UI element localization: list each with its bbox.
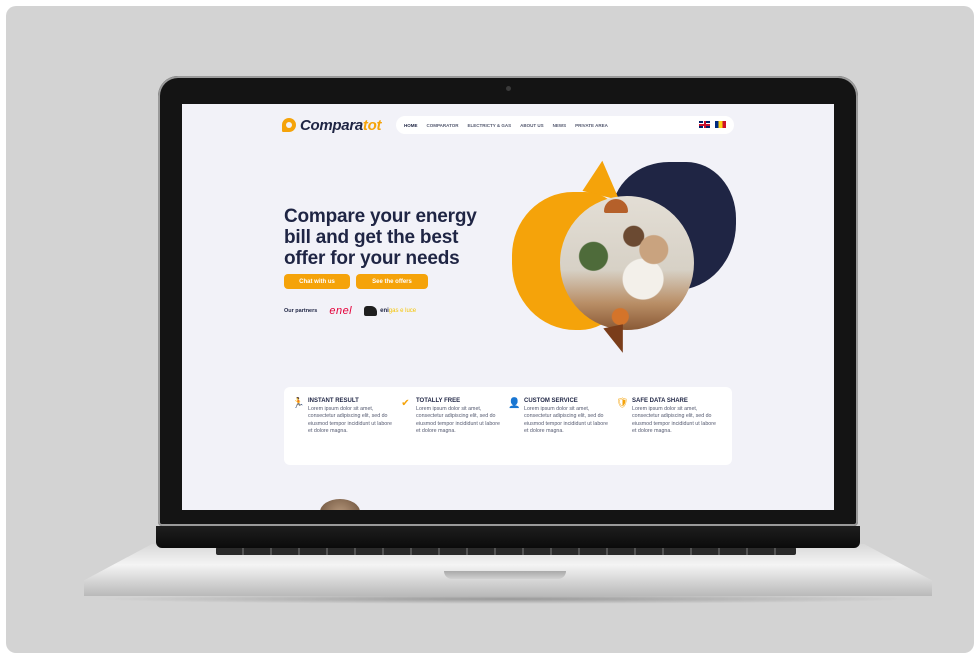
eni-dog-icon (364, 306, 378, 316)
shield-icon: 🛡 (616, 398, 629, 409)
keyboard-row (216, 547, 796, 555)
site-header: Comparatot HOME COMPARATOR ELECTRICTY & … (282, 114, 734, 136)
trackpad-notch (444, 571, 566, 579)
language-switcher (699, 121, 726, 128)
feature-safe-data-share: 🛡 SAFE DATA SHARE Lorem ipsum dolor sit … (616, 398, 724, 454)
nav-item-private-area[interactable]: PRIVATE AREA (575, 123, 608, 128)
main-nav: HOME COMPARATOR ELECTRICTY & GAS ABOUT U… (396, 116, 734, 134)
laptop-screen: Comparatot HOME COMPARATOR ELECTRICTY & … (182, 104, 834, 510)
eni-logo-suffix: gas e luce (388, 308, 417, 314)
laptop-hinge (156, 526, 860, 548)
logo-text-main: Compara (300, 116, 363, 134)
feature-title: CUSTOM SERVICE (524, 398, 578, 404)
next-section-image-peek (320, 499, 360, 510)
mockup-background: Comparatot HOME COMPARATOR ELECTRICTY & … (6, 6, 974, 653)
feature-totally-free: ✔ TOTALLY FREE Lorem ipsum dolor sit ame… (400, 398, 508, 454)
feature-title: TOTALLY FREE (416, 398, 461, 404)
feature-custom-service: 👤 CUSTOM SERVICE Lorem ipsum dolor sit a… (508, 398, 616, 454)
partners-row: Our partners enel enigas e luce (284, 305, 416, 317)
chat-with-us-button[interactable]: Chat with us (284, 274, 350, 289)
feature-description: Lorem ipsum dolor sit amet, consectetur … (524, 406, 608, 435)
nav-item-comparator[interactable]: COMPARATOR (427, 123, 459, 128)
hero-title: Compare your energy bill and get the bes… (284, 206, 477, 269)
site-logo[interactable]: Comparatot (282, 116, 381, 134)
see-offers-button[interactable]: See the offers (356, 274, 428, 289)
romania-flag-icon[interactable] (715, 121, 726, 128)
eni-logo-prefix: eni (380, 308, 389, 314)
nav-item-about-us[interactable]: ABOUT US (520, 123, 544, 128)
user-check-icon: 👤 (508, 398, 521, 409)
feature-title: INSTANT RESULT (308, 398, 359, 404)
hero-actions: Chat with us See the offers (284, 274, 428, 289)
eni-logo: enigas e luce (364, 306, 416, 316)
nav-item-home[interactable]: HOME (404, 123, 418, 128)
uk-flag-icon[interactable] (699, 121, 710, 128)
feature-instant-result: 🏃 INSTANT RESULT Lorem ipsum dolor sit a… (292, 398, 400, 454)
feature-description: Lorem ipsum dolor sit amet, consectetur … (632, 406, 716, 435)
checkmark-icon: ✔ (401, 398, 410, 409)
features-card: 🏃 INSTANT RESULT Lorem ipsum dolor sit a… (284, 387, 732, 465)
logo-icon (282, 118, 296, 132)
enel-logo: enel (329, 305, 353, 317)
logo-text: Comparatot (300, 117, 381, 134)
laptop-lid: Comparatot HOME COMPARATOR ELECTRICTY & … (158, 76, 858, 526)
nav-item-news[interactable]: NEWS (553, 123, 567, 128)
eni-logo-text: enigas e luce (380, 308, 416, 314)
family-kitchen-photo (560, 196, 694, 330)
feature-description: Lorem ipsum dolor sit amet, consectetur … (416, 406, 500, 435)
logo-text-accent: tot (362, 116, 382, 134)
nav-item-electricity-gas[interactable]: ELECTRICTY & GAS (468, 123, 512, 128)
partners-label: Our partners (284, 308, 318, 314)
feature-description: Lorem ipsum dolor sit amet, consectetur … (308, 406, 392, 435)
running-person-icon: 🏃 (292, 398, 305, 409)
feature-title: SAFE DATA SHARE (632, 398, 688, 404)
webcam-icon (506, 86, 511, 91)
